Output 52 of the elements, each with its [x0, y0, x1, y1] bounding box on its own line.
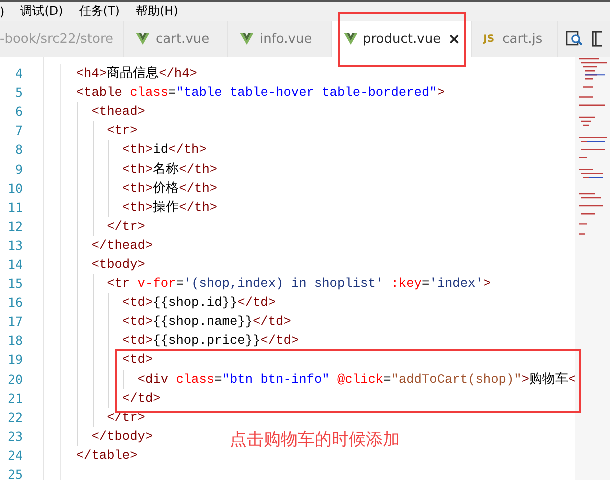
code-line: <tbody> — [90, 256, 146, 272]
line-number: 5 — [14, 85, 23, 100]
code-line: <table class="table table-hover table-bordered"> — [75, 85, 446, 100]
menu-item[interactable]: 帮助(H) — [134, 3, 180, 20]
line-number: 4 — [14, 66, 23, 82]
line-number: 9 — [14, 162, 23, 177]
line-number: 6 — [14, 104, 23, 120]
line-number: 20 — [6, 372, 23, 387]
line-number: 19 — [6, 352, 23, 368]
js-label: JS — [484, 34, 495, 44]
annotation-text: 点击购物车的时候添加 — [230, 429, 400, 451]
line-number: 10 — [6, 180, 23, 196]
line-number: 18 — [6, 333, 23, 348]
file-tab[interactable]: cart.vue — [124, 21, 228, 57]
close-icon[interactable]: × — [448, 30, 461, 48]
code-line: <td>{{shop.price}}</td> — [121, 333, 300, 348]
code-line: </table> — [75, 448, 138, 463]
line-number: 11 — [6, 200, 23, 215]
code-line: </thead> — [90, 238, 154, 253]
line-number: 17 — [6, 314, 23, 330]
code-line: <th>名称</th> — [121, 160, 218, 178]
code-line: <tr> — [106, 123, 138, 138]
line-number: 8 — [14, 142, 23, 158]
code-line: </td> — [121, 390, 161, 406]
line-number: 23 — [6, 428, 23, 444]
line-number: 21 — [6, 390, 23, 406]
line-number: 22 — [6, 410, 23, 425]
menu-item[interactable]: 调试(D) — [18, 3, 66, 20]
code-line: <td>{{shop.name}}</td> — [121, 314, 292, 330]
code-line: <thead> — [90, 104, 146, 120]
line-number: 14 — [6, 256, 23, 272]
code-line: <td>{{shop.id}}</td> — [121, 295, 276, 310]
code-line: <h4>商品信息</h4> — [75, 65, 198, 82]
code-line: <td> — [121, 352, 154, 368]
code-line: <th>id</th> — [121, 142, 207, 158]
menu-item[interactable]: ) — [0, 4, 7, 18]
code-line: </tbody> — [90, 428, 154, 444]
file-tab[interactable]: product.vue × — [332, 21, 472, 57]
line-number: 15 — [6, 276, 23, 292]
code-line: <th>操作</th> — [121, 198, 218, 216]
code-line: </tr> — [106, 218, 146, 234]
line-number: 13 — [6, 238, 23, 253]
code-line: </tr> — [106, 410, 146, 425]
file-tab[interactable]: JS cart.js — [472, 21, 558, 57]
line-number: 7 — [14, 123, 23, 138]
line-number: 24 — [6, 448, 23, 463]
code-line: <tr v-for='(shop,index) in shoplist' :key='index'> — [106, 276, 492, 292]
menu-item[interactable]: 任务(T) — [77, 3, 122, 20]
line-number: 25 — [6, 467, 23, 480]
line-number: 16 — [6, 295, 23, 310]
line-number: 12 — [6, 218, 23, 234]
code-line: <th>价格</th> — [121, 180, 218, 197]
